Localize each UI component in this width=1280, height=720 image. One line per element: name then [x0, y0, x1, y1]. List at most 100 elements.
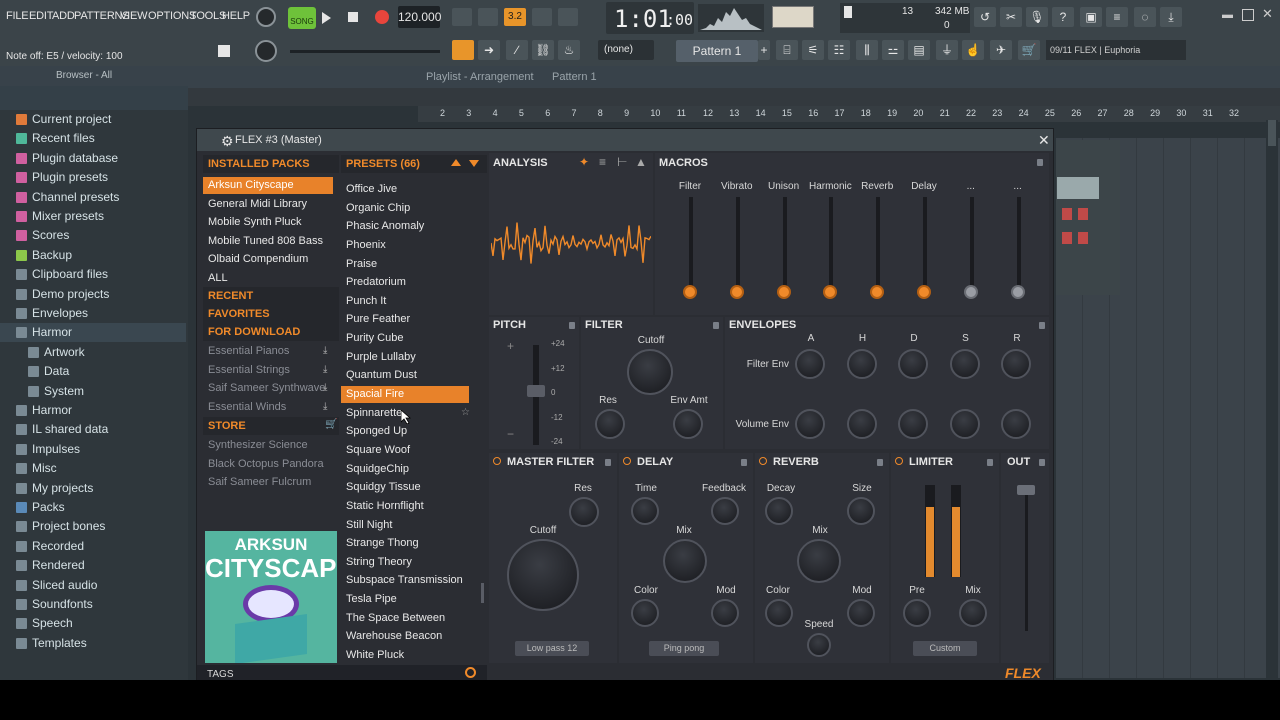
preset-item[interactable]: Spacial Fire — [341, 386, 469, 404]
tools-icon[interactable]: ✈ — [990, 40, 1012, 60]
preset-item[interactable]: White Pluck — [341, 647, 469, 664]
browser-item[interactable]: Data — [0, 362, 186, 381]
lock-icon[interactable] — [569, 322, 575, 329]
undo-icon[interactable]: ↺ — [974, 7, 996, 27]
browser-item[interactable]: IL shared data — [0, 420, 186, 439]
favorites-header[interactable]: FAVORITES — [208, 308, 270, 320]
record-icon[interactable] — [375, 10, 389, 24]
envelope-knob[interactable] — [846, 409, 877, 439]
minimize-icon[interactable]: ▬ — [1222, 9, 1234, 21]
lock-icon[interactable] — [877, 459, 883, 466]
reverb-speed-knob[interactable] — [807, 633, 831, 657]
loop-record-icon[interactable] — [558, 8, 578, 26]
touch-icon[interactable]: ☝ — [962, 40, 984, 60]
download-icon[interactable]: ⤓ — [323, 345, 327, 356]
list-icon[interactable]: ≡ — [599, 155, 606, 169]
preset-item[interactable]: Predatorium — [341, 274, 469, 291]
macro-slider[interactable] — [1016, 197, 1021, 297]
preset-item[interactable]: Squidgy Tissue — [341, 479, 469, 496]
play-icon[interactable] — [322, 12, 331, 24]
mini-pad[interactable] — [1078, 208, 1088, 220]
lock-icon[interactable] — [987, 459, 993, 466]
delay-mix-knob[interactable] — [663, 539, 707, 583]
macro-slider-handle[interactable] — [823, 285, 838, 299]
delay-color-knob[interactable] — [631, 599, 659, 627]
store-pack-item[interactable]: Black Octopus Pandora — [208, 458, 324, 470]
automation-icon[interactable]: ∕ — [506, 40, 528, 60]
browser-item[interactable]: Misc — [0, 459, 186, 478]
cut-icon[interactable]: ✂ — [1000, 7, 1022, 27]
preset-item[interactable]: Punch It — [341, 293, 469, 310]
macro-slider[interactable] — [829, 197, 834, 297]
browser-item[interactable]: Channel presets — [0, 188, 186, 207]
vertical-scrollbar[interactable] — [1266, 120, 1278, 680]
pack-item[interactable]: ALL — [203, 270, 333, 287]
envelope-knob[interactable] — [795, 349, 825, 379]
browser-item[interactable]: Scores — [0, 226, 186, 245]
download-icon[interactable]: ⤓ — [323, 382, 327, 393]
view-playlist-icon[interactable]: ⌸ — [776, 40, 798, 60]
download-pack-item[interactable]: Essential Pianos — [208, 345, 289, 357]
mf-res-knob[interactable] — [569, 497, 599, 527]
preset-item[interactable]: Pure Feather — [341, 311, 469, 328]
search-icon[interactable] — [465, 667, 476, 678]
browser-item[interactable]: Speech — [0, 614, 186, 633]
preset-item[interactable]: Static Hornflight — [341, 498, 469, 515]
envelope-knob[interactable] — [795, 409, 825, 439]
save-icon[interactable]: ▣ — [1080, 7, 1102, 27]
browser-item[interactable]: Sliced audio — [0, 576, 186, 595]
browser-item[interactable]: Templates — [0, 634, 186, 653]
envelope-knob[interactable] — [1001, 409, 1031, 439]
envelope-knob[interactable] — [949, 349, 980, 379]
reverb-mod-knob[interactable] — [847, 599, 875, 627]
limiter-pre-knob[interactable] — [903, 599, 931, 627]
menu-file[interactable]: FILE — [6, 10, 29, 22]
mini-pad[interactable] — [1078, 232, 1088, 244]
store-pack-item[interactable]: Synthesizer Science — [208, 439, 308, 451]
browser-item[interactable]: Artwork — [0, 343, 186, 362]
download-pack-item[interactable]: Essential Strings — [208, 364, 290, 376]
download-icon[interactable]: ⤓ — [1160, 7, 1182, 27]
store-header[interactable]: STORE — [208, 420, 246, 432]
envelope-knob[interactable] — [1001, 349, 1031, 379]
preset-item[interactable]: Purple Lullaby — [341, 349, 469, 366]
browser-tabs[interactable] — [0, 86, 188, 110]
envelope-knob[interactable] — [846, 349, 877, 379]
preset-scrollbar[interactable] — [481, 583, 484, 603]
browser-item[interactable]: Project bones — [0, 517, 186, 536]
preset-item[interactable]: Warehouse Beacon — [341, 628, 469, 645]
lock-icon[interactable] — [605, 459, 611, 466]
macro-slider-handle[interactable] — [1010, 285, 1025, 299]
envelope-knob[interactable] — [949, 409, 980, 439]
close-icon[interactable]: ✕ — [1038, 132, 1050, 149]
preset-item[interactable]: Praise — [341, 256, 469, 273]
reverb-color-knob[interactable] — [765, 599, 793, 627]
timeline-ruler[interactable]: 2 3 4 5 6 7 8 9 10 11 12 13 14 15 16 17 18 19 20 21 22 23 24 25… — [418, 106, 1280, 122]
preset-item[interactable]: Purity Cube — [341, 330, 469, 347]
lock-icon[interactable] — [713, 322, 719, 329]
flex-titlebar[interactable]: ⚙ FLEX #3 (Master) ✕ — [197, 129, 1053, 151]
step-edit-icon[interactable] — [532, 8, 552, 26]
metronome-icon[interactable] — [452, 8, 472, 26]
browser-item[interactable]: Plugin presets — [0, 168, 186, 187]
pitch-bend-handle[interactable] — [527, 385, 545, 397]
waveform-icon[interactable]: ✦ — [579, 155, 589, 169]
delay-feedback-knob[interactable] — [711, 497, 739, 525]
for-download-header[interactable]: FOR DOWNLOAD — [208, 326, 300, 338]
pitch-slider[interactable] — [290, 50, 440, 53]
menu-help[interactable]: HELP — [222, 10, 250, 22]
channel-rack-icon[interactable]: ☷ — [828, 40, 850, 60]
cart-icon[interactable]: 🛒 — [325, 419, 337, 430]
macro-slider-handle[interactable] — [917, 285, 931, 299]
delay-time-knob[interactable] — [631, 497, 659, 525]
limiter-mix-knob[interactable] — [959, 599, 987, 627]
pitch-minus-icon[interactable]: − — [507, 427, 514, 441]
browser-item[interactable]: Envelopes — [0, 304, 186, 323]
song-mode-toggle[interactable]: SONG — [288, 7, 316, 29]
power-icon[interactable] — [623, 457, 631, 465]
filter-env-amt-knob[interactable] — [673, 409, 703, 439]
mixer-icon[interactable]: ≡ — [1106, 7, 1128, 27]
filter-res-knob[interactable] — [595, 409, 625, 439]
playlist-icon[interactable] — [452, 40, 474, 60]
preset-item[interactable]: Still Night — [341, 517, 469, 534]
